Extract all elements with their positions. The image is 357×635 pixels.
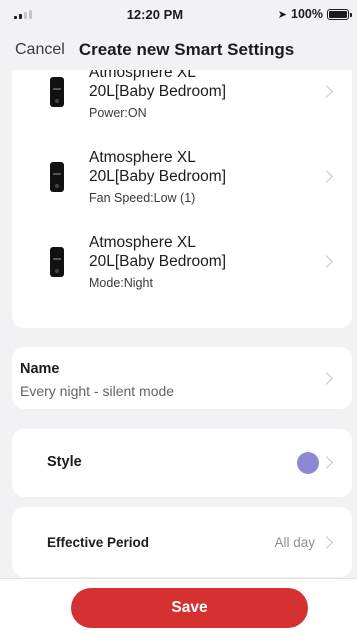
chevron-right-icon bbox=[320, 536, 333, 549]
effective-period-label: Effective Period bbox=[47, 535, 150, 550]
signal-icon bbox=[14, 9, 32, 19]
humidifier-icon bbox=[50, 77, 64, 107]
chevron-right-icon bbox=[320, 170, 333, 183]
style-label: Style bbox=[47, 454, 82, 470]
effective-period-value: All day bbox=[274, 535, 315, 550]
page-title: Create new Smart Settings bbox=[78, 40, 295, 59]
name-label: Name bbox=[20, 361, 60, 377]
navigation-bar: Cancel Create new Smart Settings bbox=[0, 30, 357, 70]
settings-scroll-area[interactable]: Atmosphere XL 20L[Baby Bedroom] Power:ON… bbox=[0, 70, 357, 578]
device-actions-card: Atmosphere XL 20L[Baby Bedroom] Power:ON… bbox=[12, 70, 352, 328]
device-name: 20L[Baby Bedroom] bbox=[89, 83, 227, 100]
device-action-row[interactable]: Atmosphere XL 20L[Baby Bedroom] Mode:Nig… bbox=[12, 228, 352, 308]
name-value: Every night - silent mode bbox=[20, 383, 175, 399]
device-name: 20L[Baby Bedroom] bbox=[89, 168, 227, 185]
chevron-right-icon bbox=[320, 85, 333, 98]
device-name: Atmosphere XL bbox=[89, 149, 196, 166]
device-action-status: Power:ON bbox=[89, 106, 147, 120]
device-action-status: Fan Speed:Low (1) bbox=[89, 191, 196, 205]
save-button[interactable]: Save bbox=[71, 588, 308, 628]
footer-bar: Save bbox=[0, 578, 357, 635]
device-name: Atmosphere XL bbox=[89, 70, 196, 81]
chevron-right-icon bbox=[320, 255, 333, 268]
battery-icon bbox=[326, 8, 352, 20]
location-arrow-icon: ➤ bbox=[277, 8, 287, 21]
name-setting-row[interactable]: Name Every night - silent mode bbox=[12, 347, 352, 409]
style-color-swatch bbox=[297, 452, 319, 474]
status-bar: 12:20 PM ➤ 100% bbox=[0, 0, 357, 28]
chevron-right-icon bbox=[320, 456, 333, 469]
device-action-row[interactable]: Atmosphere XL 20L[Baby Bedroom] Fan Spee… bbox=[12, 143, 352, 223]
cancel-button[interactable]: Cancel bbox=[15, 41, 65, 59]
device-action-row[interactable]: Atmosphere XL 20L[Baby Bedroom] Power:ON bbox=[12, 70, 352, 138]
effective-period-row[interactable]: Effective Period All day bbox=[12, 507, 352, 577]
device-name: 20L[Baby Bedroom] bbox=[89, 253, 227, 270]
battery-percent: 100% bbox=[291, 7, 323, 21]
humidifier-icon bbox=[50, 162, 64, 192]
device-name: Atmosphere XL bbox=[89, 234, 196, 251]
device-action-status: Mode:Night bbox=[89, 276, 153, 290]
humidifier-icon bbox=[50, 247, 64, 277]
status-time: 12:20 PM bbox=[126, 6, 184, 22]
chevron-right-icon bbox=[320, 372, 333, 385]
style-setting-row[interactable]: Style bbox=[12, 429, 352, 497]
